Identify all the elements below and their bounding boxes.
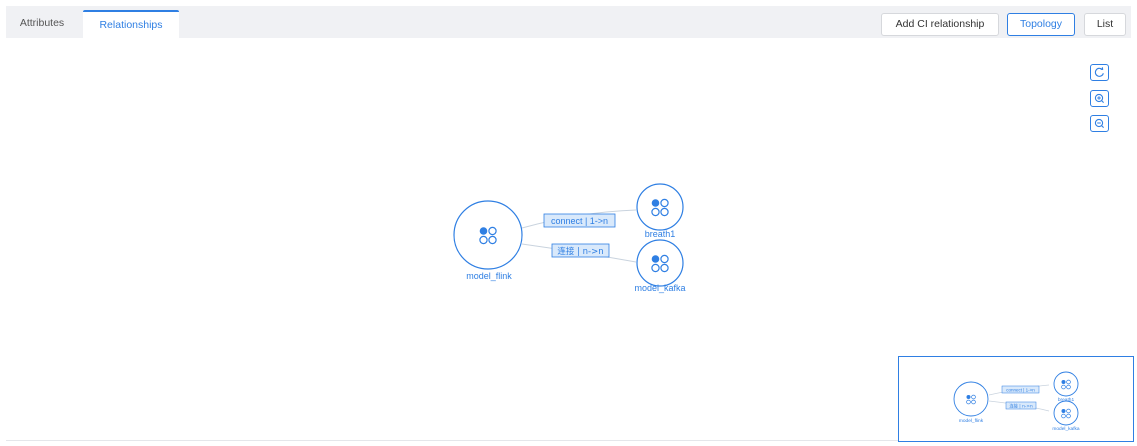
svg-text:model_kafka: model_kafka: [1052, 426, 1080, 432]
svg-text:connect | 1->n: connect | 1->n: [1006, 388, 1035, 393]
node-model-kafka[interactable]: model_kafka: [634, 239, 686, 293]
node-model-flink[interactable]: model_flink: [453, 200, 523, 281]
node-label: model_kafka: [634, 283, 685, 293]
edge-label-lianjie[interactable]: 连接 | n->n: [551, 243, 610, 258]
svg-text:连接 | n->n: 连接 | n->n: [557, 246, 603, 257]
node-label: breath1: [645, 229, 676, 239]
svg-text:model_flink: model_flink: [959, 418, 984, 424]
node-label: model_flink: [466, 271, 512, 281]
svg-text:连接 | n->n: 连接 | n->n: [1009, 403, 1033, 410]
svg-text:connect | 1->n: connect | 1->n: [551, 216, 608, 226]
edge-label-connect[interactable]: connect | 1->n: [543, 213, 616, 228]
node-breath1[interactable]: breath1: [636, 183, 684, 239]
minimap-graph: connect | 1->n 连接 | n->n model_flink bre…: [953, 371, 1080, 432]
minimap[interactable]: connect | 1->n 连接 | n->n model_flink bre…: [898, 356, 1134, 442]
